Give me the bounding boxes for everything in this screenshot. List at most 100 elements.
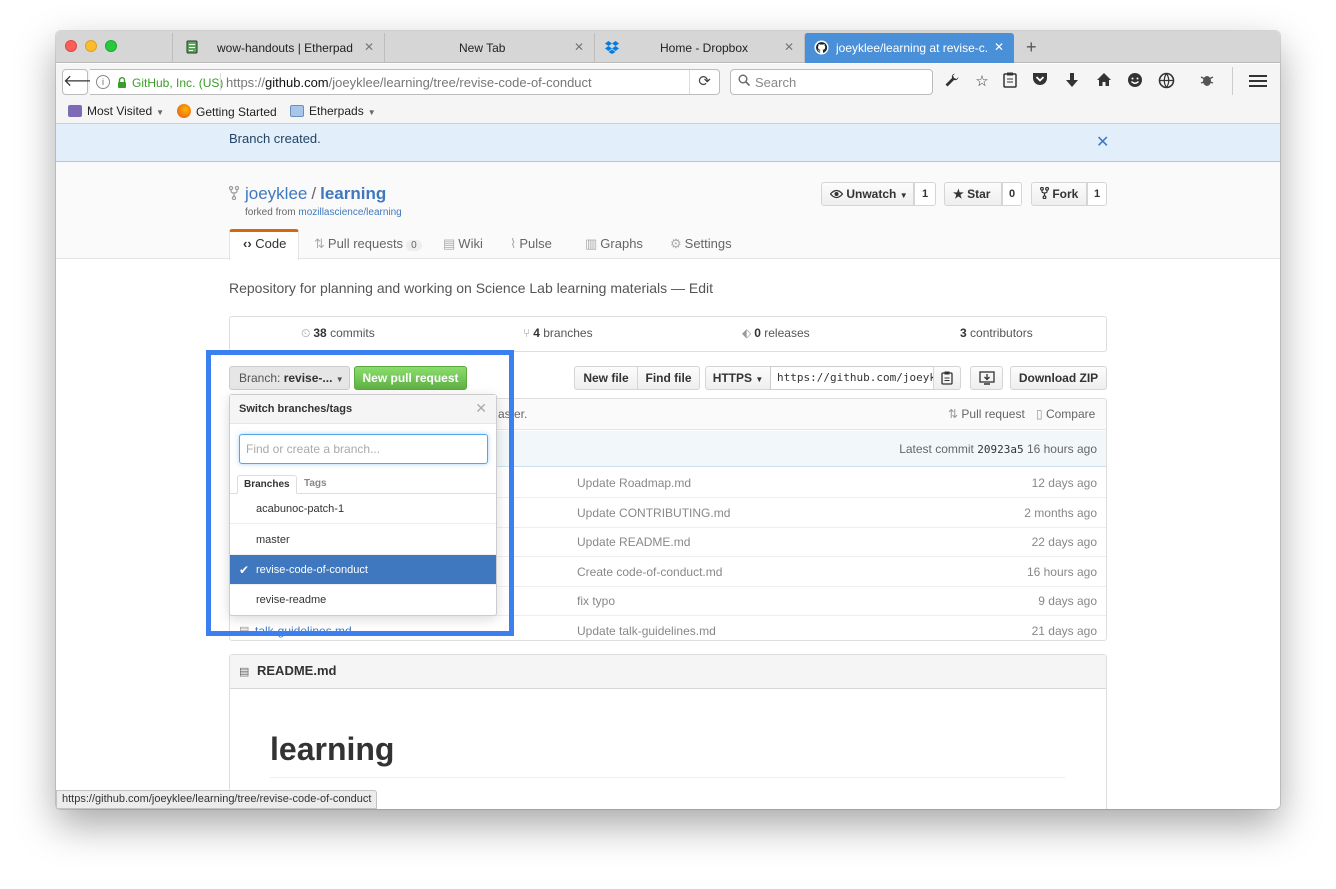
tab-pulse[interactable]: ⌇ Pulse [510,229,552,260]
fork-label: Fork [1052,187,1079,201]
info-icon[interactable]: i [96,75,110,89]
download-zip-button[interactable]: Download ZIP [1010,366,1107,390]
branch-item-label: revise-code-of-conduct [256,564,368,576]
commits-summary[interactable]: ⏲ 38 commits [301,326,375,341]
commit-message[interactable]: Update talk-guidelines.md [577,624,716,638]
pocket-icon[interactable] [1030,72,1050,92]
pull-request-label: Pull request [961,407,1025,421]
bookmark-getting-started[interactable]: Getting Started [177,104,277,119]
tab-code[interactable]: ‹› Code [229,229,299,260]
tab-graphs[interactable]: ▥ Graphs [585,229,643,260]
caret-down-icon: ▼ [899,191,908,200]
bookmark-star-icon[interactable]: ☆ [972,72,992,92]
repo-name-link[interactable]: learning [320,184,386,203]
browser-tab-new-tab[interactable]: New Tab ✕ [384,33,594,63]
book-icon: ▤ [443,236,456,251]
branch-item[interactable]: acabunoc-patch-1 [230,494,496,524]
tab-pull-requests[interactable]: ⇅ Pull requests 0 [314,229,422,260]
minimize-window-button[interactable] [85,40,97,52]
forks-count[interactable]: 1 [1087,182,1107,206]
commit-message[interactable]: Update README.md [577,535,690,549]
browser-tab-github[interactable]: joeyklee/learning at revise-c... ✕ [804,33,1014,63]
caret-down-icon: ▼ [335,375,344,384]
commit-message[interactable]: Update CONTRIBUTING.md [577,506,730,520]
tab-label: Pulse [519,236,552,251]
new-tab-plus-icon[interactable]: + [1026,37,1037,58]
extension-bug-icon[interactable] [1197,72,1217,92]
browser-tab-dropbox[interactable]: Home - Dropbox ✕ [594,33,804,63]
bookmark-most-visited[interactable]: Most Visited ▼ [68,104,164,118]
branch-item[interactable]: master [230,525,496,555]
find-file-button[interactable]: Find file [637,366,700,390]
commit-age: 9 days ago [1038,594,1097,608]
tab-title: joeyklee/learning at revise-c... [836,41,988,55]
branch-item[interactable]: revise-readme [230,585,496,615]
contributors-count: 3 [960,326,967,340]
stars-count[interactable]: 0 [1002,182,1022,206]
most-visited-icon [68,105,82,117]
close-tab-icon[interactable]: ✕ [784,40,794,54]
new-pull-request-button[interactable]: New pull request [354,366,467,390]
table-row[interactable]: ▤ talk-guidelines.md Update talk-guideli… [230,616,1106,640]
desktop-download-icon[interactable] [970,366,1003,390]
reload-icon[interactable]: ⟳ [689,70,719,94]
tab-label: Settings [684,236,732,251]
globe-extension-icon[interactable] [1156,72,1176,92]
unwatch-button[interactable]: Unwatch ▼ [821,182,914,206]
url-text[interactable]: https://github.com/joeyklee/learning/tre… [226,75,592,90]
tab-settings[interactable]: ⚙ Settings [670,229,732,260]
compare-link[interactable]: ▯ Compare [1036,407,1095,421]
releases-summary[interactable]: ⬖ 0 releases [742,326,810,340]
contributors-summary[interactable]: 3 contributors [960,326,1033,340]
branch-prefix: Branch: [239,371,281,385]
commit-message[interactable]: fix typo [577,594,615,608]
hello-icon[interactable] [1125,72,1145,92]
history-icon: ⏲ [301,326,311,340]
close-window-button[interactable] [65,40,77,52]
url-path: /joeyklee/learning/tree/revise-code-of-c… [328,75,592,90]
reading-list-icon[interactable] [1000,72,1020,92]
file-name-link[interactable]: talk-guidelines.md [255,624,352,638]
new-file-button[interactable]: New file [574,366,638,390]
tab-branches[interactable]: Branches [237,475,297,494]
download-icon[interactable] [1062,72,1082,92]
clone-protocol-button[interactable]: HTTPS ▼ [705,366,771,390]
fork-button[interactable]: Fork [1031,182,1087,206]
browser-tab-etherpad[interactable]: wow-handouts | Etherpad ✕ [172,33,384,63]
close-tab-icon[interactable]: ✕ [574,40,584,54]
readme-filename: README.md [257,663,337,678]
wrench-icon[interactable] [942,72,962,92]
commit-message[interactable]: Create code-of-conduct.md [577,565,722,579]
hamburger-menu-icon[interactable] [1249,72,1267,90]
caret-down-icon: ▼ [755,375,764,384]
close-tab-icon[interactable]: ✕ [994,40,1004,54]
clone-url-input[interactable]: https://github.com/joeyklee/learning.git [770,366,934,390]
star-button[interactable]: ★ Star [944,182,1002,206]
tab-tags[interactable]: Tags [298,475,333,494]
clipboard-icon[interactable] [933,366,961,390]
close-icon[interactable]: ✕ [1096,132,1109,152]
commit-sha[interactable]: 20923a5 [977,443,1023,456]
branch-filter-input[interactable]: Find or create a branch... [239,434,488,464]
latest-commit-info: Latest commit 20923a5 16 hours ago [899,442,1097,456]
branch-select-button[interactable]: Branch: revise-... ▼ [229,366,350,390]
bookmark-etherpads[interactable]: Etherpads ▼ [290,104,376,118]
close-tab-icon[interactable]: ✕ [364,40,374,54]
watchers-count[interactable]: 1 [914,182,936,206]
forked-from-link[interactable]: mozillascience/learning [298,207,401,218]
branch-item-selected[interactable]: ✔ revise-code-of-conduct [230,555,496,585]
etherpad-icon [185,40,199,54]
url-bar[interactable]: i GitHub, Inc. (US) https://github.com/j… [90,69,720,95]
search-bar[interactable]: Search [730,69,933,95]
back-arrow-icon[interactable]: 🡐 [62,69,106,95]
pull-request-link[interactable]: ⇅ Pull request [948,407,1025,421]
close-icon[interactable]: ✕ [475,400,487,417]
releases-count: 0 [754,326,761,340]
repo-owner-link[interactable]: joeyklee [245,184,307,203]
commit-message[interactable]: Update Roadmap.md [577,476,691,490]
tab-wiki[interactable]: ▤ Wiki [443,229,483,260]
branches-summary[interactable]: ⑂ 4 branches [523,326,593,340]
home-icon[interactable] [1094,72,1114,92]
zoom-window-button[interactable] [105,40,117,52]
file-text-icon: ▤ [239,625,250,637]
